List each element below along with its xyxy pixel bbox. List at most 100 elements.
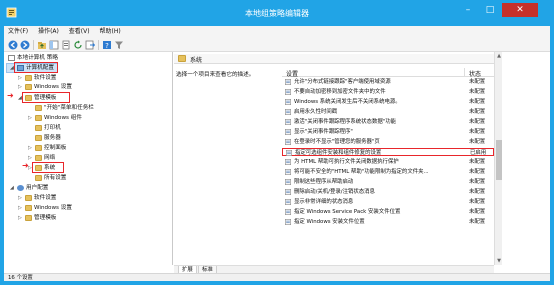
menu-file[interactable]: 文件(F)	[4, 26, 32, 38]
expand-arrow-icon[interactable]: ▷	[18, 74, 23, 82]
setting-row[interactable]: 在登录时不显示"管理您的服务器"页 未配置	[282, 138, 494, 146]
gpedit-window: 本地组策略编辑器 – □ ✕ 文件(F) 操作(A) 查看(V) 帮助(H) ?…	[0, 0, 554, 285]
setting-row[interactable]: 删除启动/关机/登录/注销状态消息 未配置	[282, 188, 494, 196]
setting-row[interactable]: 指定 Windows 安装文件位置 未配置	[282, 218, 494, 226]
expand-arrow-icon[interactable]: ▷	[18, 194, 23, 202]
expand-arrow-icon[interactable]: ▷	[18, 204, 23, 212]
expand-arrow-icon[interactable]: ▷	[18, 214, 23, 222]
show-tree-icon[interactable]	[49, 40, 59, 50]
setting-text: 显示非常详细的状态消息	[294, 199, 354, 205]
column-header-setting[interactable]: 设置	[286, 69, 298, 78]
setting-state: 未配置	[469, 159, 486, 165]
back-icon[interactable]	[8, 40, 18, 50]
toolbar-separator	[33, 40, 34, 50]
close-button[interactable]: ✕	[502, 3, 538, 17]
column-divider[interactable]	[464, 68, 465, 77]
toolbar-separator	[98, 40, 99, 50]
forward-icon[interactable]	[20, 40, 30, 50]
policy-setting-icon	[285, 219, 291, 225]
details-title: 系统	[190, 57, 203, 64]
setting-text: 将可能不安全的"HTML 帮助"功能限制为指定的文件夹...	[294, 169, 429, 175]
tree-label: "开始"菜单和任务栏	[44, 105, 94, 111]
tree-label: 打印机	[44, 125, 61, 131]
export-list-icon[interactable]	[85, 40, 95, 50]
tree-label: 本地计算机 策略	[17, 55, 58, 61]
minimize-button[interactable]: –	[458, 3, 478, 17]
expand-arrow-icon[interactable]: ▷	[28, 144, 33, 152]
filter-icon[interactable]	[114, 40, 124, 50]
folder-icon	[25, 84, 32, 90]
setting-state: 未配置	[469, 169, 486, 175]
policy-setting-icon	[285, 119, 291, 125]
setting-row[interactable]: 不要自动加密移到加密文件夹中的文件 未配置	[282, 88, 494, 96]
column-header-state[interactable]: 状态	[469, 69, 481, 78]
policy-setting-icon	[285, 209, 291, 215]
menu-help[interactable]: 帮助(H)	[96, 26, 125, 38]
window-border-bottom	[0, 281, 554, 285]
expand-arrow-icon[interactable]: ▷	[18, 83, 23, 91]
navigation-tree: 本地计算机 策略 ◢ 计算机配置 ▷ 软件设置 ▷ Windows 设置 ➜ ◢…	[4, 52, 173, 265]
settings-count: 16 个设置	[8, 275, 33, 281]
setting-text: 启用永久性时间戳	[294, 109, 338, 115]
expand-arrow-icon[interactable]: ▷	[28, 114, 33, 122]
setting-text: 为 HTML 帮助可执行文件关闭数据执行保护	[294, 159, 399, 165]
policy-setting-icon	[286, 150, 292, 156]
setting-row[interactable]: 将可能不安全的"HTML 帮助"功能限制为指定的文件夹... 未配置	[282, 168, 494, 176]
setting-state: 未配置	[469, 129, 486, 135]
annotation-arrow: ➜	[7, 91, 14, 100]
tree-label: 用户配置	[26, 185, 49, 191]
tree-label: Windows 设置	[34, 84, 72, 90]
description-text: 选择一个项目来查看它的描述。	[176, 72, 255, 78]
policy-setting-icon	[285, 129, 291, 135]
setting-text: 显示"关闭事件跟踪程序"	[294, 129, 353, 135]
policy-setting-icon	[285, 179, 291, 185]
menu-bar: 文件(F) 操作(A) 查看(V) 帮助(H)	[4, 26, 550, 38]
empty-area	[502, 52, 550, 265]
setting-state: 未配置	[469, 99, 486, 105]
vertical-scrollbar[interactable]: ▲ ▼	[494, 52, 502, 265]
setting-row[interactable]: 显示非常详细的状态消息 未配置	[282, 198, 494, 206]
up-folder-icon[interactable]	[37, 40, 47, 50]
setting-row[interactable]: 激活"关闭事件跟踪程序系统状态数据"功能 未配置	[282, 118, 494, 126]
svg-text:?: ?	[105, 42, 109, 50]
view-tabs: 扩展 标准	[174, 265, 494, 274]
setting-row[interactable]: 显示"关闭事件跟踪程序" 未配置	[282, 128, 494, 136]
policy-icon	[8, 55, 15, 61]
setting-row[interactable]: 允许"分布式链接跟踪"客户端使用域资源 未配置	[282, 78, 494, 86]
setting-row[interactable]: 启用永久性时间戳 未配置	[282, 108, 494, 116]
help-icon[interactable]: ?	[102, 40, 112, 50]
folder-icon	[25, 75, 32, 81]
policy-setting-icon	[285, 199, 291, 205]
title-bar[interactable]: 本地组策略编辑器 – □ ✕	[0, 0, 554, 26]
setting-row[interactable]: 为 HTML 帮助可执行文件关闭数据执行保护 未配置	[282, 158, 494, 166]
window-border-right	[550, 26, 554, 285]
setting-row[interactable]: Windows 系统关闭发生后不关闭系统电源。 未配置	[282, 98, 494, 106]
policy-setting-icon	[285, 89, 291, 95]
details-header: 系统	[174, 54, 494, 64]
setting-text: Windows 系统关闭发生后不关闭系统电源。	[294, 99, 401, 105]
properties-icon[interactable]	[61, 40, 71, 50]
maximize-button[interactable]: □	[480, 3, 500, 17]
menu-action[interactable]: 操作(A)	[34, 26, 63, 38]
folder-icon	[35, 175, 42, 181]
refresh-icon[interactable]	[73, 40, 83, 50]
policy-setting-icon	[285, 79, 291, 85]
setting-text: 指定可选组件安装和组件修复的设置	[295, 150, 382, 156]
setting-row[interactable]: 指定可选组件安装和组件修复的设置 已启用	[282, 148, 494, 156]
folder-icon	[35, 135, 42, 141]
policy-setting-icon	[285, 99, 291, 105]
toolbar: ?	[4, 38, 550, 52]
status-bar: 16 个设置	[4, 273, 550, 281]
annotation-box-system	[32, 162, 64, 173]
expand-arrow-icon[interactable]: ◢	[10, 184, 15, 192]
folder-icon	[25, 215, 32, 221]
setting-state: 未配置	[469, 199, 486, 205]
tree-label: 服务器	[44, 135, 61, 141]
setting-row[interactable]: 指定 Windows Service Pack 安装文件位置 未配置	[282, 208, 494, 216]
menu-view[interactable]: 查看(V)	[65, 26, 94, 38]
setting-state: 未配置	[469, 189, 486, 195]
folder-icon	[25, 195, 32, 201]
folder-icon	[35, 105, 42, 111]
setting-row[interactable]: 限制这些程序从帮助启动 未配置	[282, 178, 494, 186]
annotation-box-admin-templates	[22, 92, 70, 103]
